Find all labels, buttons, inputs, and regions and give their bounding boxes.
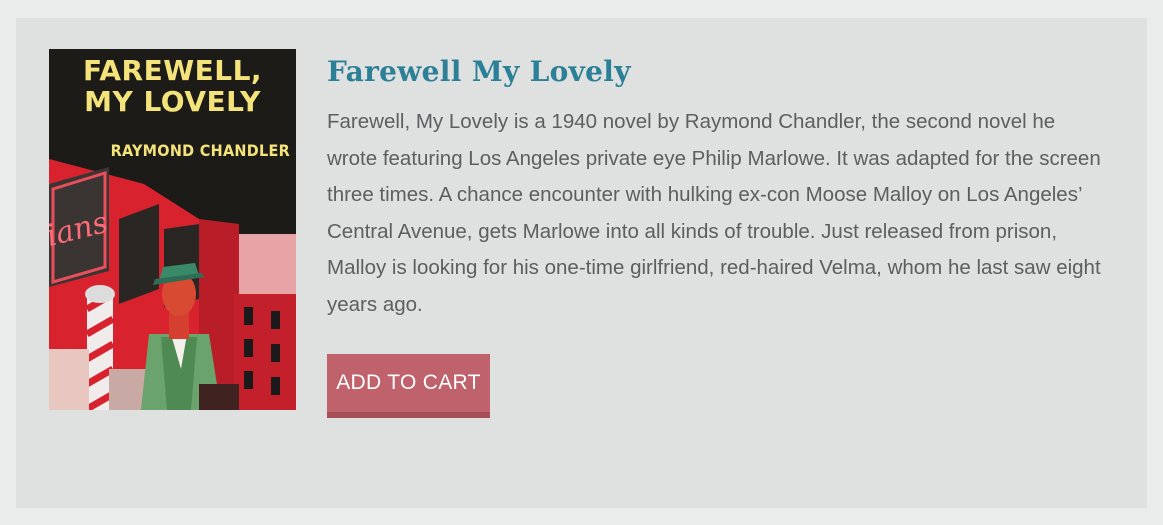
cover-author-text: RAYMOND CHANDLER <box>110 141 290 160</box>
product-title[interactable]: Farewell My Lovely <box>327 52 1117 92</box>
product-details: Farewell My Lovely Farewell, My Lovely i… <box>327 52 1117 324</box>
product-description: Farewell, My Lovely is a 1940 novel by R… <box>327 110 1101 316</box>
cover-title-text: FAREWELL, MY LOVELY <box>82 54 263 118</box>
add-to-cart-button[interactable]: ADD TO CART <box>327 354 490 418</box>
product-card: ians FAREWELL, MY LOVELY RAYMOND CHANDLE <box>16 18 1147 508</box>
book-cover-image[interactable]: ians FAREWELL, MY LOVELY RAYMOND CHANDLE <box>49 49 296 410</box>
